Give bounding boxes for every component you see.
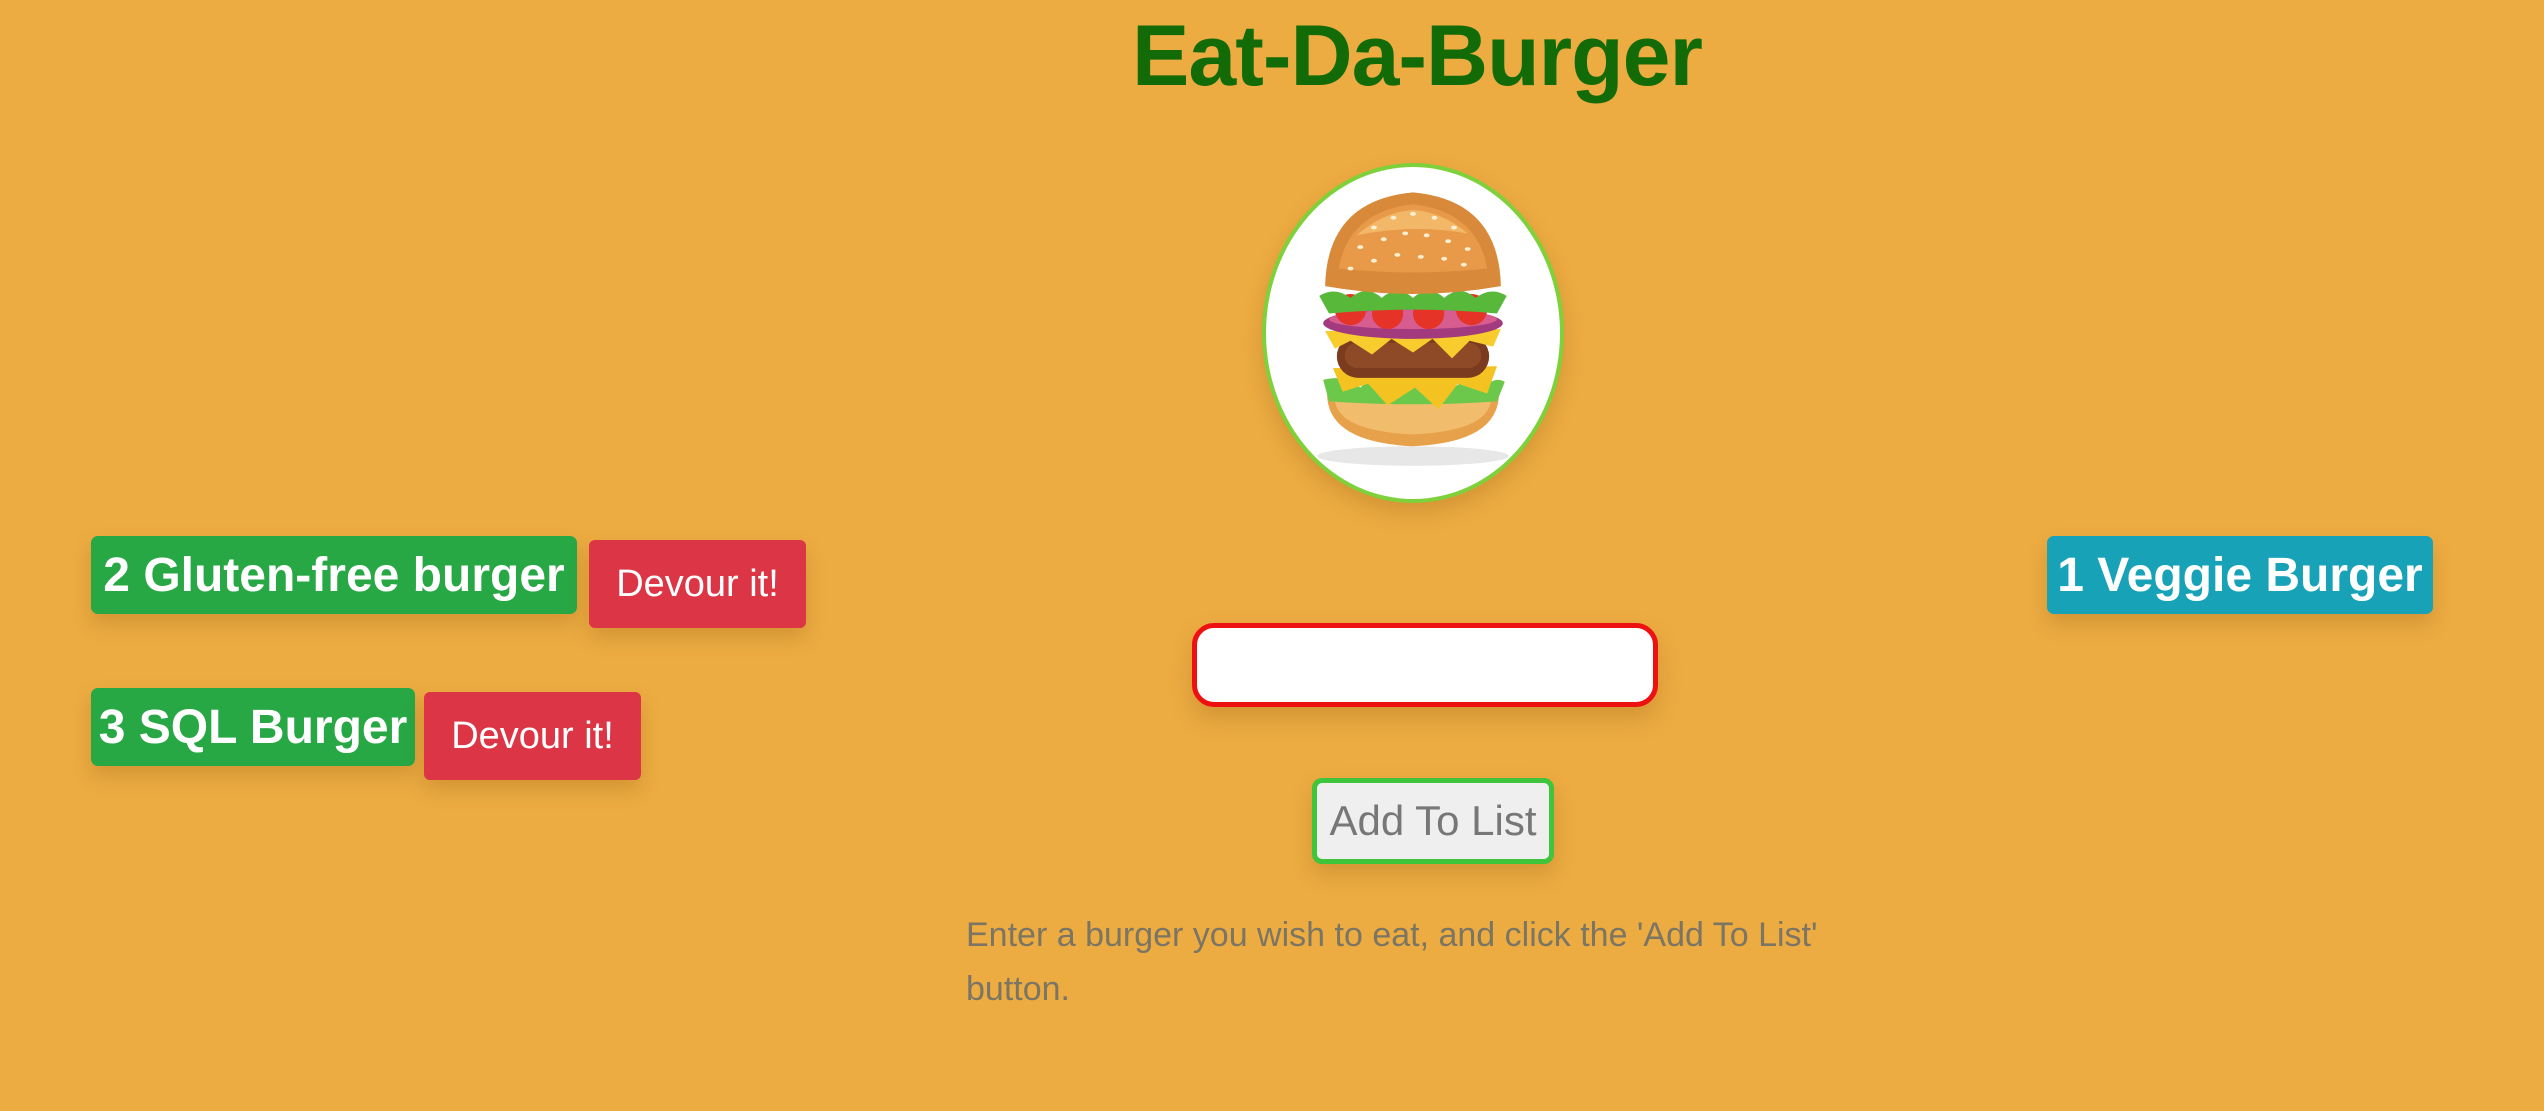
- burger-to-eat-label: 3 SQL Burger: [98, 700, 408, 754]
- burger-icon: [1317, 192, 1509, 466]
- burger-to-eat-badge: 3 SQL Burger: [91, 688, 415, 766]
- devoured-burger-label: 1 Veggie Burger: [2057, 548, 2423, 602]
- devour-button[interactable]: Devour it!: [424, 692, 641, 780]
- burger-to-eat-label: 2 Gluten-free burger: [103, 548, 565, 602]
- burger-name-input[interactable]: [1192, 623, 1658, 707]
- add-to-list-button[interactable]: Add To List: [1312, 778, 1554, 864]
- burger-to-eat-badge: 2 Gluten-free burger: [91, 536, 577, 614]
- devour-button[interactable]: Devour it!: [589, 540, 806, 628]
- page-title: Eat-Da-Burger: [1132, 8, 1703, 104]
- burger-image: [1262, 163, 1564, 503]
- instructions-text: Enter a burger you wish to eat, and clic…: [966, 916, 1818, 1008]
- devoured-burger-badge: 1 Veggie Burger: [2047, 536, 2433, 614]
